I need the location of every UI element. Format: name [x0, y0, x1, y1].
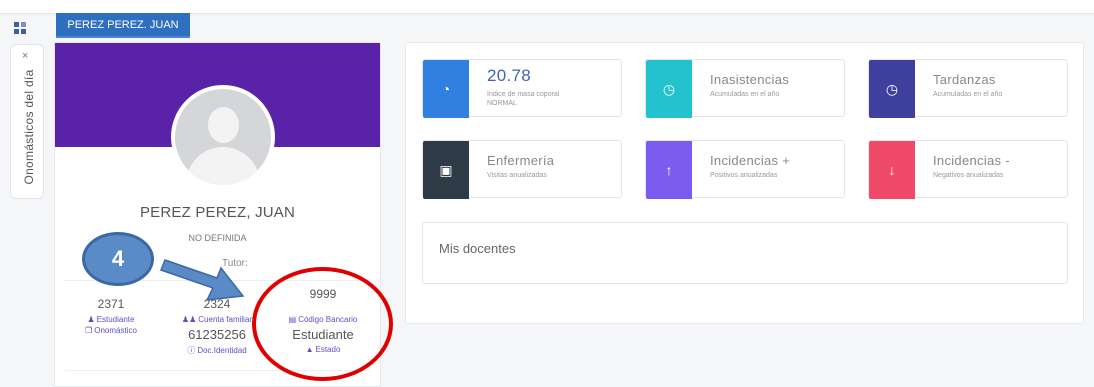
- tile-subtitle: Acumuladas en el año: [933, 91, 1003, 98]
- tab-student[interactable]: PEREZ PEREZ. JUAN: [56, 13, 190, 38]
- arrow-down-icon: ↓: [869, 141, 915, 199]
- tile-subtitle-2: NORMAL: [487, 100, 517, 107]
- my-teachers-title: Mis docentes: [439, 241, 516, 256]
- tile-subtitle: Positivos anualizadas: [710, 172, 778, 179]
- close-icon[interactable]: ×: [22, 51, 28, 62]
- stat-student-code: 2371: [97, 297, 125, 311]
- tile-title: 20.78: [487, 66, 532, 85]
- stat-student-label: ♟ Estudiante: [87, 315, 135, 324]
- tile-title: Enfermería: [487, 153, 555, 168]
- tile-title: Incidencias +: [710, 153, 791, 168]
- tile-negative-incidents[interactable]: ↓ Incidencias - Negativos anualizadas: [868, 140, 1068, 199]
- tile-title: Tardanzas: [933, 72, 996, 87]
- tile-subtitle: Visitas anualizadas: [487, 172, 547, 179]
- step-badge: 4: [82, 232, 154, 286]
- pie-chart-icon: ◔: [423, 60, 469, 118]
- top-bar: [0, 0, 1094, 14]
- my-teachers-panel[interactable]: Mis docentes: [422, 222, 1068, 284]
- clock-icon: ◷: [646, 60, 692, 118]
- info-circle-icon: ⓘ: [187, 346, 196, 355]
- grid-menu-icon[interactable]: [14, 22, 26, 34]
- arrow-up-icon: ↑: [646, 141, 692, 199]
- user-icon: ♟: [87, 315, 95, 324]
- main-dashboard-card: ◔ 20.78 Indice de masa coporal NORMAL ◷ …: [405, 42, 1084, 324]
- tile-subtitle: Negativos anualizadas: [933, 172, 1004, 179]
- tile-title: Incidencias -: [933, 153, 1010, 168]
- highlight-circle-annotation: [252, 267, 393, 381]
- tile-title: Inasistencias: [710, 72, 790, 87]
- tile-infirmary[interactable]: ▣ Enfermería Visitas anualizadas: [422, 140, 622, 199]
- stat-id-label: ⓘ Doc.Identidad: [187, 346, 247, 355]
- users-icon: ♟♟: [181, 315, 197, 324]
- avatar: [171, 85, 275, 189]
- tile-subtitle: Acumuladas en el año: [710, 91, 780, 98]
- side-rail-birthdays[interactable]: × Onomásticos del día: [10, 44, 44, 199]
- annotation-arrow-icon: [160, 259, 245, 301]
- tile-positive-incidents[interactable]: ↑ Incidencias + Positivos anualizadas: [645, 140, 845, 199]
- stat-birthday-label: ❐ Onomástico: [85, 326, 137, 335]
- clock-icon: ◷: [869, 60, 915, 118]
- tile-absences[interactable]: ◷ Inasistencias Acumuladas en el año: [645, 59, 845, 118]
- tile-bmi[interactable]: ◔ 20.78 Indice de masa coporal NORMAL: [422, 59, 622, 118]
- gift-icon: ❐: [85, 326, 93, 335]
- profile-name: PEREZ PEREZ, JUAN: [139, 204, 296, 221]
- tile-subtitle: Indice de masa coporal: [487, 91, 560, 98]
- image-icon: ▣: [423, 141, 469, 199]
- tile-tardies[interactable]: ◷ Tardanzas Acumuladas en el año: [868, 59, 1068, 118]
- side-rail-label: Onomásticos del día: [22, 69, 36, 185]
